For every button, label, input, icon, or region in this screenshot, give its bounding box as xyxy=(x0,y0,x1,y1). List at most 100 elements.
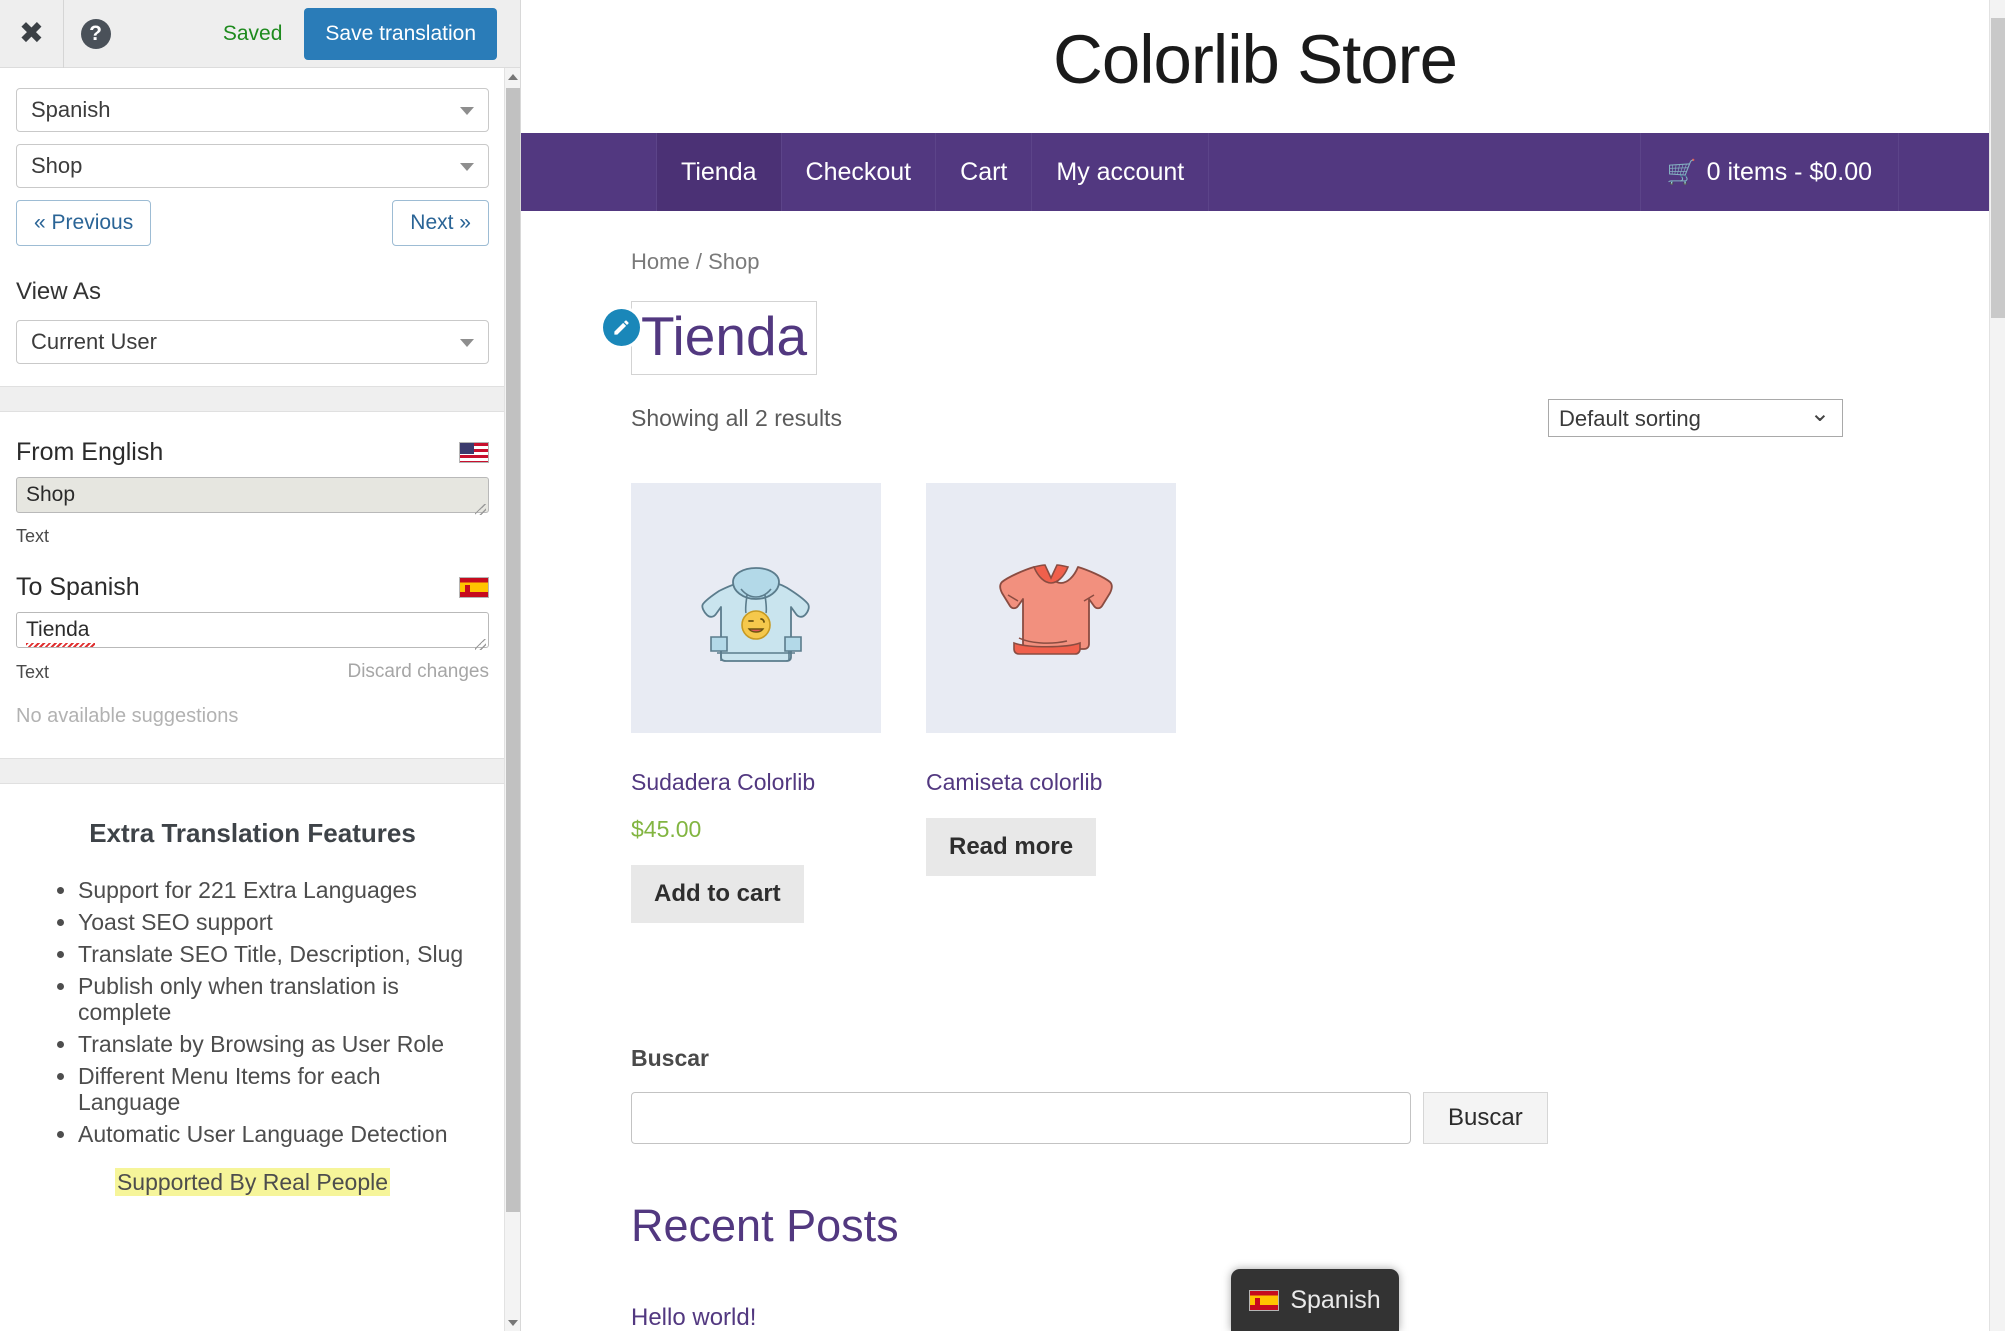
view-as-select[interactable]: Current User xyxy=(16,320,489,364)
list-item: Translate by Browsing as User Role xyxy=(78,1031,475,1057)
search-submit-button[interactable]: Buscar xyxy=(1423,1092,1548,1144)
view-as-label: View As xyxy=(16,278,101,305)
pager-row: « Previous Next » xyxy=(16,200,489,246)
nav-label: Checkout xyxy=(805,157,912,186)
pencil-icon[interactable] xyxy=(603,309,640,346)
breadcrumb-separator: / xyxy=(695,249,702,274)
translation-fields-section: From English Text To Spanish xyxy=(0,438,505,728)
source-text-field[interactable] xyxy=(16,477,489,513)
product-card: Camiseta colorlib Read more xyxy=(926,483,1176,923)
source-field-wrap xyxy=(16,477,489,518)
search-section: Buscar Buscar xyxy=(631,1045,1989,1144)
list-item: Publish only when translation is complet… xyxy=(78,973,475,1025)
target-heading: To Spanish xyxy=(16,573,140,601)
breadcrumb-home[interactable]: Home xyxy=(631,249,690,274)
product-name[interactable]: Sudadera Colorlib xyxy=(631,769,881,796)
product-name[interactable]: Camiseta colorlib xyxy=(926,769,1176,796)
nav-leading-space xyxy=(521,133,657,211)
page-select[interactable]: Shop xyxy=(16,144,489,188)
nav-item-my-account[interactable]: My account xyxy=(1032,133,1210,211)
chevron-down-icon xyxy=(460,107,474,115)
discard-changes-link[interactable]: Discard changes xyxy=(347,661,489,683)
us-flag-icon xyxy=(459,442,489,463)
view-as-value: Current User xyxy=(31,329,157,354)
target-type-label: Text xyxy=(16,661,50,682)
recent-posts-heading: Recent Posts xyxy=(631,1200,899,1251)
es-flag-icon xyxy=(1249,1289,1280,1311)
scroll-up-arrow[interactable] xyxy=(505,68,521,85)
main-navigation: Tienda Checkout Cart My account 🛒 0 item… xyxy=(521,133,1989,211)
results-count: Showing all 2 results xyxy=(631,404,842,431)
saved-status: Saved xyxy=(222,21,283,45)
target-heading-row: To Spanish xyxy=(16,573,489,602)
page-content: Home / Shop Tienda Showing all 2 results xyxy=(521,211,1989,1331)
shopping-cart-icon: 🛒 xyxy=(1666,158,1697,186)
section-divider xyxy=(0,758,505,784)
page-title-wrap: Tienda xyxy=(603,301,818,375)
close-button[interactable]: ✖ xyxy=(0,0,63,68)
site-scrollbar[interactable] xyxy=(1989,0,2005,1331)
site-content: Colorlib Store Tienda Checkout Cart My a… xyxy=(521,0,1989,1331)
app-screen: ✖ ? Saved Save translation Spanish Shop xyxy=(0,0,2005,1331)
nav-item-cart[interactable]: Cart xyxy=(936,133,1033,211)
product-card: Sudadera Colorlib $45.00 Add to cart xyxy=(631,483,881,923)
cart-summary[interactable]: 🛒 0 items - $0.00 xyxy=(1641,133,1899,211)
next-button[interactable]: Next » xyxy=(392,200,489,246)
search-label: Buscar xyxy=(631,1045,709,1071)
resize-grip-icon[interactable] xyxy=(475,504,486,515)
language-select[interactable]: Spanish xyxy=(16,88,489,132)
page-select-value: Shop xyxy=(31,153,83,178)
target-meta-row: Text Discard changes xyxy=(16,661,489,683)
source-type-label: Text xyxy=(16,526,50,546)
sorting-select[interactable]: Default sorting xyxy=(1548,399,1843,437)
panel-scrollbar[interactable] xyxy=(504,68,520,1331)
read-more-button[interactable]: Read more xyxy=(926,818,1097,876)
breadcrumb: Home / Shop xyxy=(631,211,1989,275)
previous-button[interactable]: « Previous xyxy=(16,200,152,246)
translation-panel: ✖ ? Saved Save translation Spanish Shop xyxy=(0,0,521,1331)
list-item: Support for 221 Extra Languages xyxy=(78,877,475,903)
resize-grip-icon[interactable] xyxy=(475,639,486,650)
spellcheck-underline xyxy=(26,643,95,647)
source-heading-row: From English xyxy=(16,438,489,467)
chevron-down-icon xyxy=(460,339,474,347)
target-field-wrap xyxy=(16,612,489,653)
extra-features-title: Extra Translation Features xyxy=(89,818,416,848)
nav-item-checkout[interactable]: Checkout xyxy=(782,133,937,211)
es-flag-icon xyxy=(459,577,489,598)
nav-label: Cart xyxy=(960,157,1008,186)
nav-label: My account xyxy=(1056,157,1185,186)
search-row: Buscar xyxy=(631,1092,1989,1144)
search-input[interactable] xyxy=(631,1092,1411,1144)
list-item: Different Menu Items for each Language xyxy=(78,1063,475,1115)
supported-by-row: Supported By Real People xyxy=(30,1167,475,1196)
language-switcher-badge[interactable]: Spanish xyxy=(1231,1269,1399,1331)
hoodie-illustration[interactable] xyxy=(631,483,881,733)
breadcrumb-current: Shop xyxy=(708,249,760,274)
close-icon: ✖ xyxy=(18,15,45,51)
site-preview: Colorlib Store Tienda Checkout Cart My a… xyxy=(521,0,2005,1331)
product-price: $45.00 xyxy=(631,816,702,842)
help-circle-icon: ? xyxy=(80,18,111,49)
translation-panel-body: Spanish Shop « Previous Next » View As C… xyxy=(0,68,505,1331)
source-heading: From English xyxy=(16,438,164,466)
translation-panel-header: ✖ ? Saved Save translation xyxy=(0,0,520,68)
scroll-down-arrow[interactable] xyxy=(505,1314,521,1331)
language-switcher-label: Spanish xyxy=(1290,1285,1381,1314)
extra-features-section: Extra Translation Features Support for 2… xyxy=(0,784,505,1196)
save-translation-button[interactable]: Save translation xyxy=(304,7,497,60)
source-meta-row: Text xyxy=(16,526,489,547)
chevron-down-icon xyxy=(460,163,474,171)
help-button[interactable]: ? xyxy=(64,0,127,68)
tshirt-illustration[interactable] xyxy=(926,483,1176,733)
list-item: Automatic User Language Detection xyxy=(78,1121,475,1147)
site-scrollbar-thumb[interactable] xyxy=(1991,18,2005,318)
list-item: Translate SEO Title, Description, Slug xyxy=(78,941,475,967)
cart-total-text: 0 items - $0.00 xyxy=(1706,157,1872,186)
language-select-value: Spanish xyxy=(31,97,111,122)
nav-label: Tienda xyxy=(681,157,757,186)
add-to-cart-button[interactable]: Add to cart xyxy=(631,865,804,923)
nav-item-tienda[interactable]: Tienda xyxy=(657,133,782,211)
scrollbar-thumb[interactable] xyxy=(506,88,520,1212)
extra-features-list: Support for 221 Extra Languages Yoast SE… xyxy=(30,877,475,1147)
